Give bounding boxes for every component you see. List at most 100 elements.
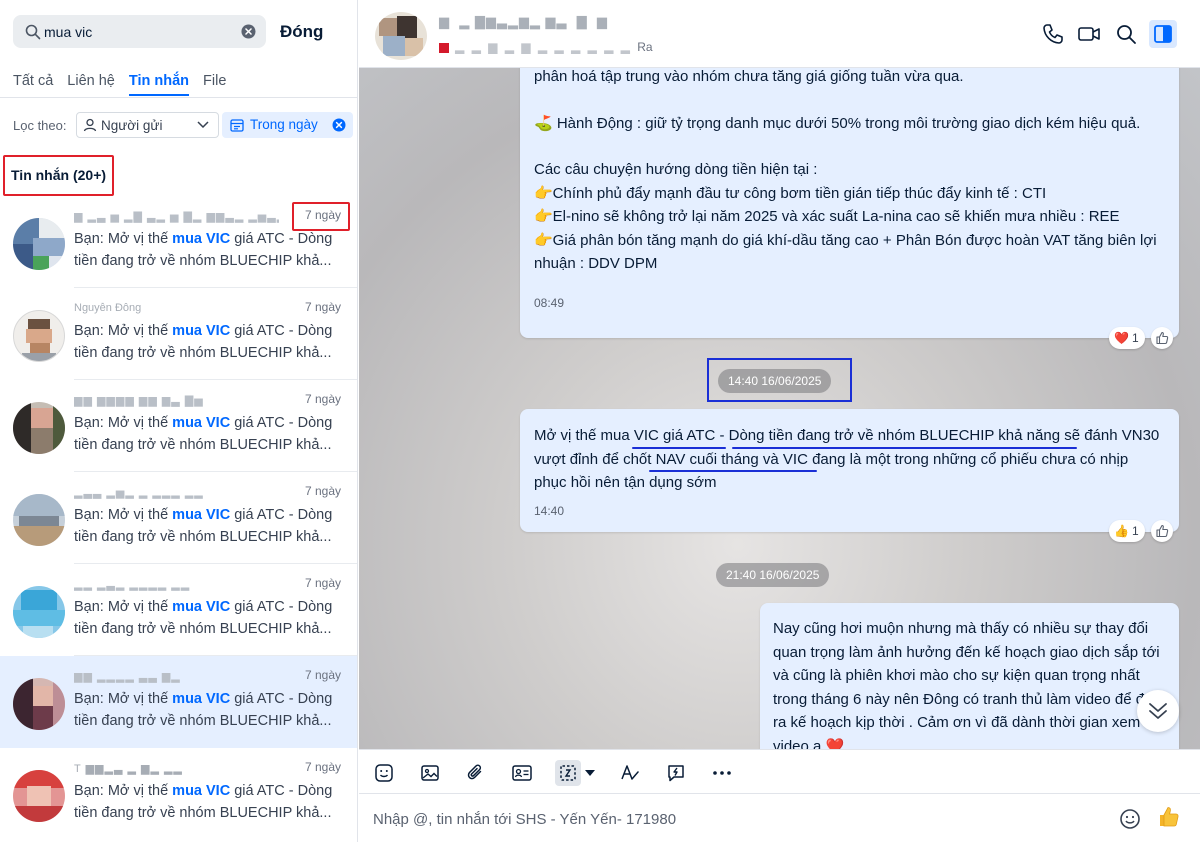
phone-icon[interactable] (1039, 20, 1067, 48)
message-area[interactable]: phân hoá tập trung vào nhóm chưa tăng gi… (359, 68, 1200, 749)
tab-files[interactable]: File (203, 72, 226, 96)
contact-name: Nguyễn Đông (74, 302, 142, 314)
annotation-underline (732, 447, 1077, 449)
calendar-icon (230, 119, 244, 132)
paperclip-icon (467, 764, 482, 780)
conversation-item[interactable]: T ▆▆▂▃ ▂ ▆▂ ▂▂ 7 ngày Bạn: Mở vị thế mua… (0, 748, 357, 840)
annotation-box-date (707, 358, 852, 402)
search-input[interactable] (44, 15, 234, 48)
scroll-to-bottom-button[interactable] (1137, 690, 1179, 732)
emoji-icon[interactable] (1119, 808, 1141, 830)
more-options-button[interactable] (709, 760, 735, 786)
lightning-message-icon (668, 765, 684, 782)
message-time: 7 ngày (304, 576, 341, 590)
conversation-item[interactable]: Nguyễn Đông 7 ngày Bạn: Mở vị thế mua VI… (0, 288, 357, 380)
chat-contact-status: ▂ ▂ ▆ ▂ ▆ ▂ ▂ ▂ ▂ ▂ ▂ Ra (439, 40, 653, 54)
reaction-heart[interactable]: ❤️ 1 (1109, 327, 1145, 349)
avatar (13, 678, 65, 730)
toggle-sidebar-button[interactable] (1149, 20, 1177, 48)
message-time: 08:49 (534, 296, 565, 310)
chat-avatar[interactable] (375, 12, 427, 60)
quick-like-icon[interactable] (1157, 805, 1181, 829)
message-bubble[interactable]: Nay cũng hơi muộn nhưng mà thấy có nhiều… (760, 603, 1179, 749)
filter-row: Lọc theo: Người gửi Trong ngày (13, 112, 353, 138)
message-bubble[interactable]: phân hoá tập trung vào nhóm chưa tăng gi… (520, 68, 1179, 338)
sidebar-panel-icon (1154, 25, 1172, 43)
search-panel: Đóng Tất cả Liên hệ Tin nhắn File Lọc th… (0, 0, 358, 842)
clear-search-icon[interactable] (241, 24, 256, 39)
message-preview: Bạn: Mở vị thế mua VIC giá ATC - Dòng ti… (74, 507, 333, 545)
composer (359, 794, 1200, 842)
chat-header: ▆ ▂ ▇▆▃▂▆▂ ▆▃ ▇ ▆ ▂ ▂ ▆ ▂ ▆ ▂ ▂ ▂ ▂ ▂ ▂ … (359, 0, 1200, 68)
sender-filter-dropdown[interactable]: Người gửi (76, 112, 219, 138)
avatar (13, 402, 65, 454)
message-bubble[interactable]: Mở vị thế mua VIC giá ATC - Dòng tiền đa… (520, 409, 1179, 532)
reaction-like[interactable]: 👍 1 (1109, 520, 1145, 542)
conversation-item[interactable]: ▂▃▃ ▂▅▂ ▂ ▂▂▂ ▂▂ 7 ngày Bạn: Mở vị thế m… (0, 472, 357, 564)
conversation-item[interactable]: ▆▆ ▆▆▆▆ ▆▆ ▆▃ ▇▅ 7 ngày Bạn: Mở vị thế m… (0, 380, 357, 472)
react-button[interactable] (1151, 520, 1173, 542)
more-dots-icon (713, 771, 731, 775)
message-time: 7 ngày (304, 484, 341, 498)
chat-contact-name: ▆ ▂ ▇▆▃▂▆▂ ▆▃ ▇ ▆ (439, 14, 608, 29)
avatar (13, 770, 65, 822)
tab-messages[interactable]: Tin nhắn (128, 72, 190, 96)
filter-label: Lọc theo: (13, 118, 67, 133)
avatar (13, 586, 65, 638)
message-preview: Bạn: Mở vị thế mua VIC giá ATC - Dòng ti… (74, 599, 333, 637)
text-format-button[interactable] (617, 760, 643, 786)
react-button[interactable] (1151, 327, 1173, 349)
contact-card-icon (512, 765, 532, 781)
conversation-item-selected[interactable]: ▆▆ ▂▂▂▂ ▃▃ ▆▂ 7 ngày Bạn: Mở vị thế mua … (0, 656, 357, 748)
contact-name: T ▆▆▂▃ ▂ ▆▂ ▂▂ (74, 763, 183, 775)
tabs-divider (0, 97, 357, 98)
person-icon (83, 118, 97, 132)
thumbs-up-icon (1156, 331, 1169, 345)
search-icon (25, 24, 41, 40)
attach-file-button[interactable] (463, 760, 489, 786)
section-title-messages: Tin nhắn (20+) (3, 155, 114, 196)
annotation-box-time (292, 202, 350, 231)
date-filter-chip[interactable]: Trong ngày (222, 112, 353, 138)
avatar (13, 218, 65, 270)
chat-panel: ▆ ▂ ▇▆▃▂▆▂ ▆▃ ▇ ▆ ▂ ▂ ▆ ▂ ▆ ▂ ▂ ▂ ▂ ▂ ▂ … (359, 0, 1200, 842)
screenshot-options-button[interactable] (582, 760, 598, 786)
conversation-item[interactable]: ▂▂ ▂▃▂ ▂▂▂▂ ▂▂ 7 ngày Bạn: Mở vị thế mua… (0, 564, 357, 656)
video-call-icon[interactable] (1075, 20, 1103, 48)
tab-contacts[interactable]: Liên hệ (67, 72, 115, 96)
message-time: 7 ngày (304, 392, 341, 406)
double-chevron-down-icon (1149, 703, 1167, 719)
contact-name: ▆▆ ▂▂▂▂ ▃▃ ▆▂ (74, 671, 181, 683)
message-time: 7 ngày (304, 668, 341, 682)
chevron-down-icon (197, 121, 209, 129)
tab-all[interactable]: Tất cả (13, 72, 53, 96)
contact-card-button[interactable] (509, 760, 535, 786)
search-box[interactable] (13, 15, 266, 48)
message-preview: Bạn: Mở vị thế mua VIC giá ATC - Dòng ti… (74, 415, 333, 453)
sender-filter-label: Người gửi (101, 118, 163, 133)
screenshot-button[interactable] (555, 760, 581, 786)
message-preview: Bạn: Mở vị thế mua VIC giá ATC - Dòng ti… (74, 691, 333, 729)
sticker-button[interactable] (371, 760, 397, 786)
message-preview: Bạn: Mở vị thế mua VIC giá ATC - Dòng ti… (74, 783, 333, 821)
message-time: 7 ngày (304, 760, 341, 774)
thumbs-up-icon (1156, 524, 1169, 538)
text-format-icon (621, 765, 639, 780)
message-time: 7 ngày (304, 300, 341, 314)
caret-down-icon (585, 770, 595, 776)
image-icon (421, 765, 439, 781)
quick-message-button[interactable] (663, 760, 689, 786)
screenshot-icon (560, 765, 576, 781)
message-preview: Bạn: Mở vị thế mua VIC giá ATC - Dòng ti… (74, 323, 333, 361)
annotation-underline (649, 470, 817, 472)
date-filter-label: Trong ngày (250, 117, 318, 132)
message-input[interactable] (373, 804, 1073, 834)
close-search-button[interactable]: Đóng (280, 20, 338, 44)
contact-name: ▂▃▃ ▂▅▂ ▂ ▂▂▂ ▂▂ (74, 487, 204, 499)
message-preview: Bạn: Mở vị thế mua VIC giá ATC - Dòng ti… (74, 231, 333, 269)
remove-filter-icon[interactable] (332, 118, 346, 132)
image-button[interactable] (417, 760, 443, 786)
search-tabs: Tất cả Liên hệ Tin nhắn File (13, 72, 226, 96)
avatar (13, 494, 65, 546)
search-icon[interactable] (1112, 20, 1140, 48)
